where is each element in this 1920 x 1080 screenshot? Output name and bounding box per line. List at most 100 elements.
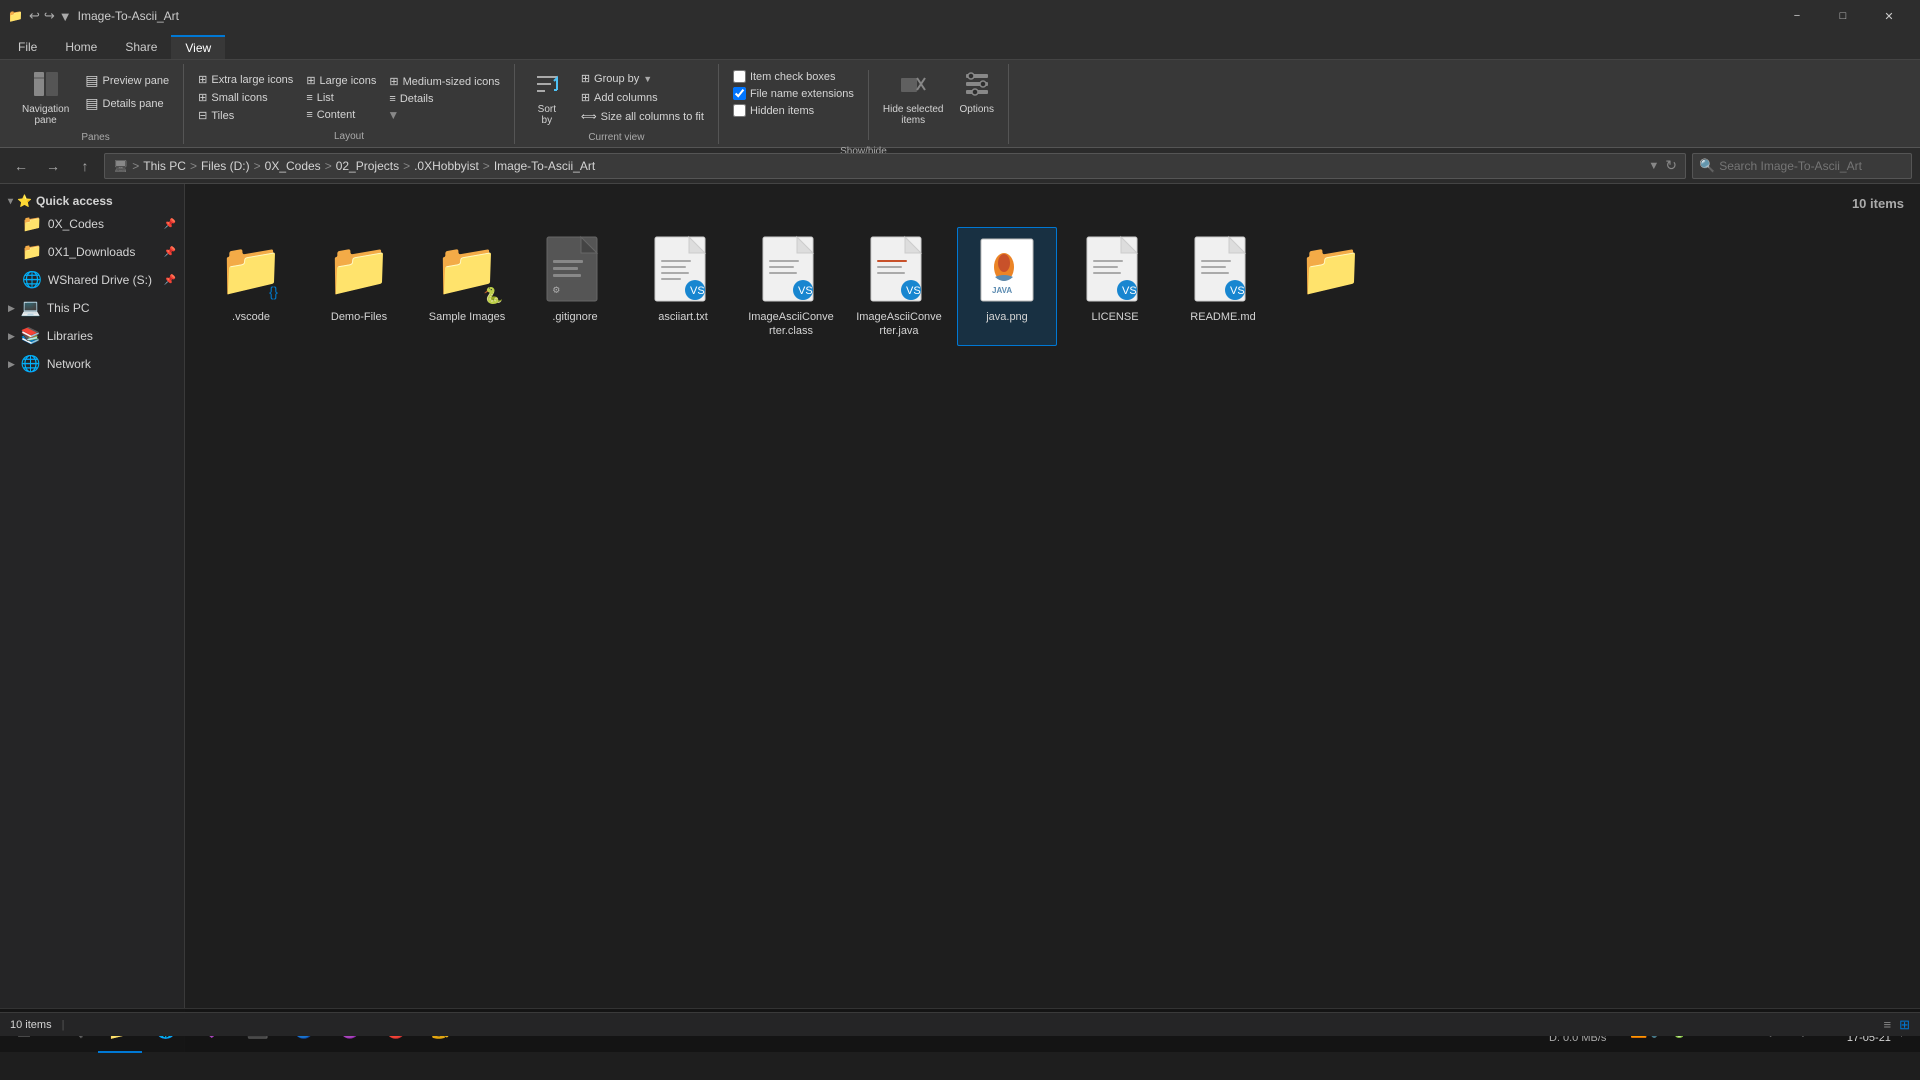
file-item-java-file[interactable]: VS ImageAsciiConverter.java: [849, 227, 949, 346]
sidebar-item-downloads[interactable]: 📁 0X1_Downloads 📌: [0, 238, 184, 266]
path-current[interactable]: Image-To-Ascii_Art: [494, 159, 595, 173]
item-checkboxes-item[interactable]: Item check boxes: [733, 70, 854, 83]
sample-images-overlay: 🐍: [483, 286, 503, 306]
up-button[interactable]: ↑: [72, 153, 98, 179]
path-files[interactable]: Files (D:): [201, 159, 250, 173]
license-file-icon: VS: [1085, 235, 1145, 305]
quick-access-chevron: ▾: [8, 196, 13, 207]
ribbon-group-panes: Navigationpane ▤ Preview pane ▤ Details …: [8, 64, 184, 144]
pin-icon-0xcodes: 📌: [164, 219, 176, 230]
undo-icon[interactable]: ↩: [29, 8, 40, 24]
layout-col2: ⊞ Large icons ≡ List ≡ Content: [300, 72, 382, 123]
status-right: ≡ ⊞: [1884, 1017, 1911, 1033]
file-item-license[interactable]: VS LICENSE: [1065, 227, 1165, 346]
view-toggle-grid[interactable]: ⊞: [1899, 1017, 1910, 1033]
file-item-demo-files[interactable]: 📁 Demo-Files: [309, 227, 409, 346]
file-name-extensions-checkbox[interactable]: [733, 87, 746, 100]
file-item-sample-images[interactable]: 📁 🐍 Sample Images: [417, 227, 517, 346]
details-button[interactable]: ≡ Details: [383, 91, 505, 107]
file-icon-area-sample-images: 📁 🐍: [431, 234, 503, 306]
java-png-icon: JAVA: [977, 235, 1037, 305]
panes-small-btns: ▤ Preview pane ▤ Details pane: [79, 66, 175, 114]
tab-home[interactable]: Home: [51, 35, 111, 59]
close-button[interactable]: ✕: [1866, 0, 1912, 32]
extra-large-icons-button[interactable]: ⊞ Extra large icons: [192, 71, 299, 88]
hidden-items-checkbox[interactable]: [733, 104, 746, 117]
options-button[interactable]: Options: [953, 66, 999, 119]
tab-file[interactable]: File: [4, 35, 51, 59]
hide-selected-icon: [899, 70, 927, 102]
tab-view[interactable]: View: [171, 35, 225, 59]
file-label-class: ImageAsciiConverter.class: [748, 310, 834, 339]
status-bar: 10 items | ≡ ⊞: [0, 1012, 1920, 1036]
file-item-vscode[interactable]: 📁 {} .vscode: [201, 227, 301, 346]
options-icon: [963, 70, 991, 102]
file-item-gitignore[interactable]: ⚙ .gitignore: [525, 227, 625, 346]
forward-button[interactable]: →: [40, 153, 66, 179]
show-hide-content: Item check boxes File name extensions Hi…: [727, 66, 1000, 144]
minimize-button[interactable]: −: [1774, 0, 1820, 32]
sort-by-button[interactable]: Sort by: [523, 66, 571, 130]
group-by-button[interactable]: ⊞ Group by ▼: [575, 70, 710, 87]
quick-access-label: Quick access: [36, 194, 113, 208]
back-button[interactable]: ←: [8, 153, 34, 179]
path-thispc[interactable]: This PC: [143, 159, 186, 173]
pin-icon-downloads: 📌: [164, 247, 176, 258]
item-checkboxes-checkbox[interactable]: [733, 70, 746, 83]
file-icon-area-readme: VS: [1187, 234, 1259, 306]
thispc-label: This PC: [47, 301, 176, 315]
size-all-columns-button[interactable]: ⟺ Size all columns to fit: [575, 108, 710, 125]
search-input[interactable]: [1719, 159, 1905, 173]
maximize-button[interactable]: □: [1820, 0, 1866, 32]
navigation-pane-button[interactable]: Navigationpane: [16, 66, 75, 130]
libraries-label: Libraries: [47, 329, 176, 343]
svg-text:VS: VS: [906, 285, 921, 297]
down-arrow-icon[interactable]: ▼: [59, 9, 72, 24]
file-item-extra-folder[interactable]: 📁: [1281, 227, 1381, 346]
readme-file-icon: VS: [1193, 235, 1253, 305]
layout-expand-icon[interactable]: ▼: [383, 108, 505, 122]
path-hobbyist[interactable]: .0XHobbyist: [414, 159, 479, 173]
address-path[interactable]: 🖥 > This PC > Files (D:) > 0X_Codes > 02…: [104, 153, 1686, 179]
title-bar-icon: 📁: [8, 9, 23, 23]
sidebar-item-wshared[interactable]: 🌐 WShared Drive (S:) 📌: [0, 266, 184, 294]
sidebar-item-network[interactable]: ▶ 🌐 Network: [0, 350, 184, 378]
svg-text:VS: VS: [798, 285, 813, 297]
list-button[interactable]: ≡ List: [300, 90, 382, 106]
path-02projects[interactable]: 02_Projects: [336, 159, 399, 173]
sidebar: ▾ ⭐ Quick access 📁 0X_Codes 📌 📁 0X1_Down…: [0, 184, 185, 1052]
sidebar-item-libraries[interactable]: ▶ 📚 Libraries: [0, 322, 184, 350]
file-name-extensions-item[interactable]: File name extensions: [733, 87, 854, 100]
redo-icon[interactable]: ↪: [44, 8, 55, 24]
add-columns-button[interactable]: ⊞ Add columns: [575, 89, 710, 106]
file-item-asciiart[interactable]: VS asciiart.txt: [633, 227, 733, 346]
refresh-icon[interactable]: ↻: [1665, 157, 1677, 174]
content-button[interactable]: ≡ Content: [300, 107, 382, 123]
hide-selected-items-button[interactable]: Hide selected items: [877, 66, 950, 130]
sidebar-item-0xcodes[interactable]: 📁 0X_Codes 📌: [0, 210, 184, 238]
sort-by-label: Sort by: [538, 104, 556, 126]
size-columns-icon: ⟺: [581, 110, 597, 123]
path-dropdown-icon[interactable]: ▼: [1648, 160, 1659, 172]
search-box[interactable]: 🔍: [1692, 153, 1912, 179]
small-icons-button[interactable]: ⊞ Small icons: [192, 89, 299, 106]
view-toggle-list[interactable]: ≡: [1884, 1017, 1892, 1032]
sidebar-item-thispc[interactable]: ▶ 💻 This PC: [0, 294, 184, 322]
file-item-java-png[interactable]: JAVA java.png: [957, 227, 1057, 346]
hidden-items-item[interactable]: Hidden items: [733, 104, 854, 117]
tiles-button[interactable]: ⊟ Tiles: [192, 107, 299, 124]
content-icon: ≡: [306, 109, 312, 121]
main-area: ▾ ⭐ Quick access 📁 0X_Codes 📌 📁 0X1_Down…: [0, 184, 1920, 1052]
path-0xcodes[interactable]: 0X_Codes: [265, 159, 321, 173]
details-pane-button[interactable]: ▤ Details pane: [79, 93, 175, 114]
large-icons-button[interactable]: ⊞ Large icons: [300, 72, 382, 89]
file-item-readme[interactable]: VS README.md: [1173, 227, 1273, 346]
file-icon-area-gitignore: ⚙: [539, 234, 611, 306]
file-item-class[interactable]: VS ImageAsciiConverter.class: [741, 227, 841, 346]
ribbon-group-show-hide: Item check boxes File name extensions Hi…: [719, 64, 1009, 144]
medium-icons-button[interactable]: ⊞ Medium-sized icons: [383, 73, 505, 90]
preview-pane-button[interactable]: ▤ Preview pane: [79, 70, 175, 91]
tab-share[interactable]: Share: [111, 35, 171, 59]
quick-access-header[interactable]: ▾ ⭐ Quick access: [0, 188, 184, 210]
svg-text:{}: {}: [269, 285, 279, 300]
